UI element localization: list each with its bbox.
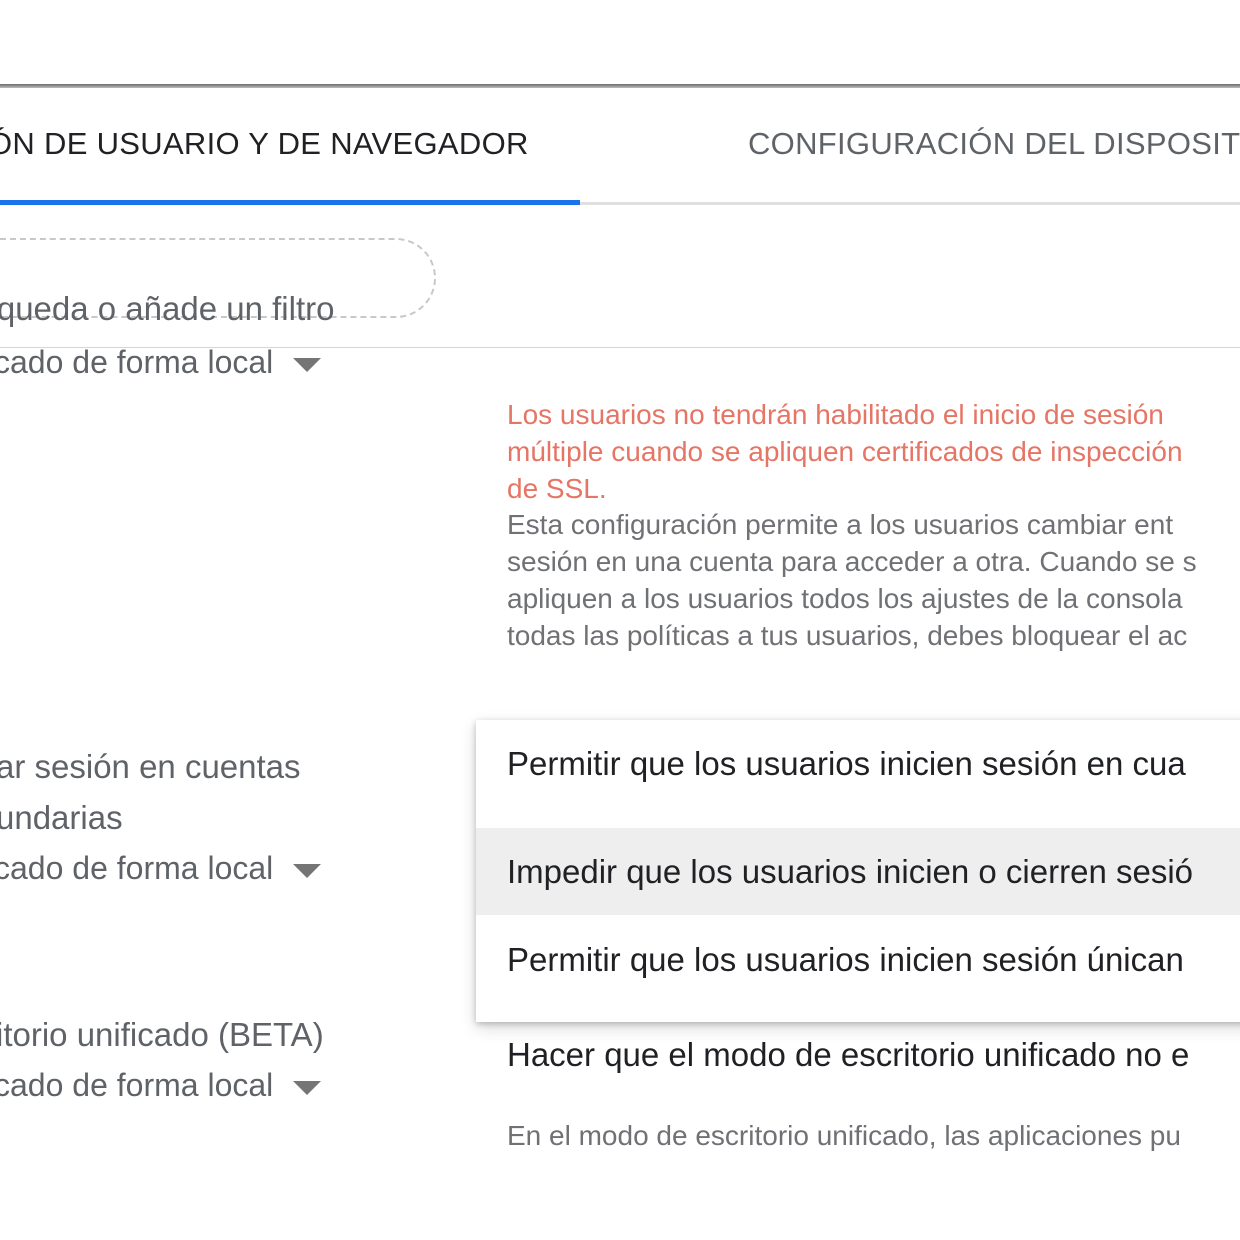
dropdown-option[interactable]: Permitir que los usuarios inicien sesión… — [476, 720, 1240, 807]
inheritance-selector[interactable]: cado de forma local — [0, 348, 322, 381]
inheritance-label: cado de forma local — [0, 348, 274, 380]
ssl-warning-text: Los usuarios no tendrán habilitado el in… — [507, 399, 1183, 504]
tab-bar: ÓN DE USUARIO Y DE NAVEGADOR CONFIGURACI… — [0, 88, 1240, 206]
setting-value-select[interactable]: Hacer que el modo de escritorio unificad… — [507, 1036, 1189, 1074]
tab-device-settings[interactable]: CONFIGURACIÓN DEL DISPOSITIV — [748, 126, 1240, 162]
admin-console-page: ÓN DE USUARIO Y DE NAVEGADOR CONFIGURACI… — [0, 0, 1240, 1240]
settings-list: cado de forma local Los usuarios no tend… — [0, 348, 1240, 1240]
setting-title-continued: undarias — [0, 799, 123, 836]
description-line: apliquen a los usuarios todos los ajuste… — [507, 583, 1183, 614]
dropdown-option-label: Permitir que los usuarios inicien sesión… — [507, 744, 1186, 782]
inheritance-label: cado de forma local — [0, 1067, 274, 1103]
inheritance-selector[interactable]: cado de forma local — [0, 850, 322, 887]
caret-down-icon — [293, 1080, 322, 1095]
caret-down-icon — [293, 357, 322, 372]
description-line: todas las políticas a tus usuarios, debe… — [507, 620, 1188, 651]
search-filter-input[interactable]: úsqueda o añade un filtro — [0, 238, 436, 327]
dropdown-option[interactable]: Permitir que los usuarios inicien sesión… — [476, 916, 1240, 1003]
dropdown-option-label: Impedir que los usuarios inicien o cierr… — [507, 852, 1194, 890]
inheritance-label: cado de forma local — [0, 850, 274, 886]
dropdown-option-label: Permitir que los usuarios inicien sesión… — [507, 940, 1184, 978]
setting-description: En el modo de escritorio unificado, las … — [507, 1120, 1181, 1151]
description-line: Esta configuración permite a los usuario… — [507, 509, 1174, 540]
active-tab-indicator — [0, 200, 580, 205]
setting-title: itorio unificado (BETA) — [0, 1016, 324, 1053]
filter-bar: úsqueda o añade un filtro — [0, 206, 1240, 348]
description-line: sesión en una cuenta para acceder a otra… — [507, 546, 1197, 577]
inheritance-selector[interactable]: cado de forma local — [0, 1067, 322, 1104]
tab-user-and-browser-settings[interactable]: ÓN DE USUARIO Y DE NAVEGADOR — [0, 126, 529, 162]
caret-down-icon — [293, 863, 322, 878]
dropdown-option-selected[interactable]: Impedir que los usuarios inicien o cierr… — [476, 828, 1240, 915]
setting-description: Esta configuración permite a los usuario… — [507, 506, 1240, 654]
tab-divider — [580, 202, 1240, 205]
secondary-accounts-dropdown[interactable]: Permitir que los usuarios inicien sesión… — [476, 720, 1240, 1022]
setting-title: ar sesión en cuentas — [0, 748, 301, 785]
search-placeholder: úsqueda o añade un filtro — [0, 290, 335, 327]
